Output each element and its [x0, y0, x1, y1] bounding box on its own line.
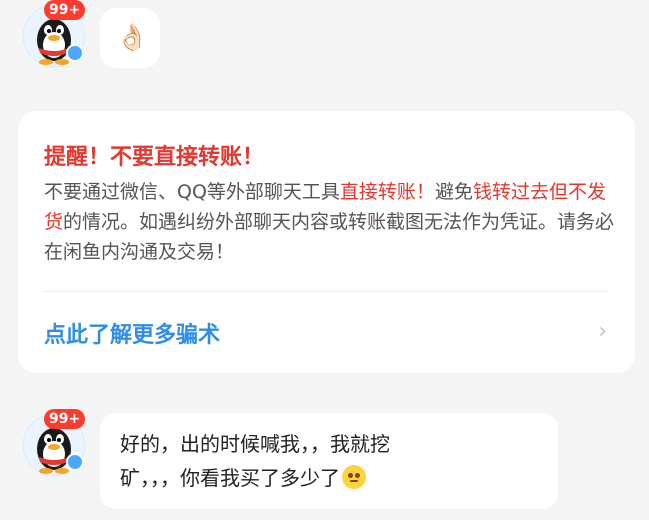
anti-fraud-warning-card: 提醒！不要直接转账！ 不要通过微信、QQ等外部聊天工具直接转账！避免钱转过去但不… — [18, 111, 635, 373]
warning-text: 不要通过微信、QQ等外部聊天工具 — [44, 181, 340, 203]
chevron-right-icon[interactable]: › — [598, 319, 607, 344]
emoji-message-bubble[interactable]: 👌🏻 — [100, 8, 160, 68]
online-status-dot — [66, 44, 84, 62]
unread-badge: 99+ — [44, 409, 86, 429]
message-line: 好的，出的时候喊我，，我就挖 — [120, 432, 390, 456]
online-status-dot — [66, 453, 84, 471]
warning-text: 避免 — [434, 181, 473, 203]
text-message-bubble[interactable]: 好的，出的时候喊我，，我就挖 矿，，，你看我买了多少了 — [100, 413, 558, 509]
learn-more-scams-link[interactable]: 点此了解更多骗术 — [44, 317, 220, 349]
divider — [44, 291, 609, 292]
ok-hand-emoji: 👌🏻 — [116, 23, 149, 53]
unread-badge: 99+ — [44, 0, 86, 20]
warning-highlight: 直接转账！ — [339, 181, 435, 203]
warning-title: 提醒！不要直接转账！ — [44, 145, 265, 170]
message-text: 好的，出的时候喊我，，我就挖 矿，，，你看我买了多少了 — [120, 427, 520, 495]
sender-avatar[interactable]: 99+ — [22, 0, 86, 68]
awkward-smile-emoji-icon — [342, 465, 366, 489]
warning-text: 的情况。如遇纠纷外部聊天内容或转账截图无法作为凭证。请务必在闲鱼内沟通及交易！ — [44, 211, 615, 263]
sender-avatar[interactable]: 99+ — [22, 409, 86, 477]
warning-body: 不要通过微信、QQ等外部聊天工具直接转账！避免钱转过去但不发货的情况。如遇纠纷外… — [44, 177, 619, 267]
message-line: 矿，，，你看我买了多少了 — [120, 466, 340, 490]
